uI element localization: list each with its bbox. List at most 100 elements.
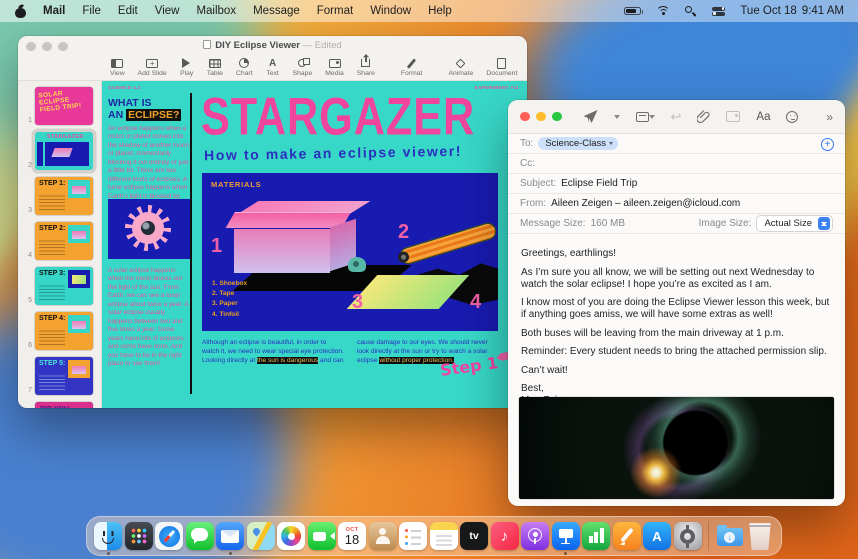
- body-paragraph: I know most of you are doing the Eclipse…: [521, 297, 830, 320]
- to-field[interactable]: To: Science-Class: [508, 134, 845, 154]
- dock-icon-reminders[interactable]: [399, 522, 427, 550]
- apple-menu-icon[interactable]: [14, 2, 26, 18]
- thumbnail-step1-slide[interactable]: STEP 1:: [35, 177, 93, 215]
- slide-thumbnail-1[interactable]: 1 SOLAR ECLIPSE FIELD TRIP!: [22, 87, 101, 125]
- battery-icon[interactable]: [624, 6, 644, 16]
- menu-help[interactable]: Help: [428, 5, 452, 17]
- slide-thumbnail-5[interactable]: 5 STEP 3:: [22, 267, 101, 305]
- dock-icon-tv[interactable]: tv: [460, 522, 488, 550]
- dock-icon-pages[interactable]: [612, 522, 641, 550]
- dock-icon-contacts[interactable]: [368, 522, 397, 550]
- thumbnail-stargazer-slide[interactable]: STARGAZER: [35, 132, 93, 170]
- slide-canvas[interactable]: SCIENCE 4.2 EXPERIMENT #11 WHAT IS AN EC…: [102, 81, 527, 408]
- menu-clock[interactable]: Tue Oct 18 9:41 AM: [740, 5, 844, 17]
- emoji-button[interactable]: [778, 106, 806, 128]
- slide-thumbnail-6[interactable]: 6 STEP 4:: [22, 312, 101, 350]
- paperclip-icon: [697, 109, 710, 123]
- toolbar-document-button[interactable]: Document: [486, 57, 517, 77]
- menu-window[interactable]: Window: [370, 5, 411, 17]
- save-draft-button[interactable]: [628, 106, 663, 128]
- dock-icon-finder[interactable]: [94, 522, 122, 555]
- dock-icon-calendar[interactable]: OCT 18: [338, 522, 366, 550]
- dock-icon-appstore[interactable]: A: [643, 522, 671, 550]
- toolbar-chart-button[interactable]: Chart: [236, 58, 253, 77]
- document-proxy-icon[interactable]: [203, 40, 212, 49]
- wifi-icon[interactable]: [656, 6, 671, 16]
- from-field[interactable]: From: Aileen Zeigen – aileen.zeigen@iclo…: [508, 194, 845, 214]
- dock-icon-safari[interactable]: [155, 522, 183, 550]
- toolbar-play-button[interactable]: Play: [180, 58, 194, 77]
- toolbar-animate-button[interactable]: Animate: [448, 58, 473, 77]
- insert-photo-button[interactable]: [718, 106, 748, 128]
- slide-thumbnail-2-selected[interactable]: 2 STARGAZER: [22, 132, 101, 170]
- format-button[interactable]: Aa: [748, 106, 778, 128]
- zoom-button[interactable]: [552, 111, 562, 122]
- to-label: To:: [520, 138, 534, 149]
- toolbar-add-slide-button[interactable]: + Add Slide: [138, 58, 167, 77]
- menu-edit[interactable]: Edit: [118, 5, 138, 17]
- dock-icon-maps[interactable]: [246, 522, 275, 550]
- toolbar-table-button[interactable]: Table: [207, 58, 223, 77]
- spotlight-search-icon[interactable]: [685, 5, 697, 17]
- mail-toolbar[interactable]: ↩ Aa »: [508, 100, 845, 134]
- image-size-label: Image Size:: [698, 218, 752, 229]
- view-icon: [111, 58, 124, 68]
- toolbar-shape-button[interactable]: Shape: [293, 58, 312, 77]
- dock-icon-launchpad[interactable]: [124, 522, 153, 550]
- send-icon: [583, 110, 598, 123]
- close-button[interactable]: [520, 111, 530, 122]
- slide-thumbnail-8[interactable]: DID YOU KNOW: [22, 402, 101, 408]
- dock-icon-keynote[interactable]: [551, 522, 580, 555]
- thumbnail-title-slide[interactable]: SOLAR ECLIPSE FIELD TRIP!: [35, 87, 93, 125]
- dock-icon-downloads[interactable]: [716, 522, 744, 550]
- toolbar-media-button[interactable]: Media: [325, 58, 344, 77]
- toolbar-format-button[interactable]: Format: [401, 57, 422, 77]
- chevron-down-icon: [613, 114, 620, 122]
- toolbar-text-button[interactable]: A Text: [266, 58, 280, 77]
- toolbar-share-button[interactable]: Share: [357, 53, 375, 77]
- slide-thumbnail-7[interactable]: 7 STEP 5:: [22, 357, 101, 395]
- subject-field[interactable]: Subject: Eclipse Field Trip: [508, 174, 845, 194]
- dock-icon-music[interactable]: ♪: [490, 522, 519, 550]
- send-button[interactable]: [576, 106, 606, 128]
- toolbar-overflow-chevron[interactable]: »: [820, 110, 833, 124]
- menu-mailbox[interactable]: Mailbox: [196, 5, 236, 17]
- keynote-title-bar[interactable]: DIY Eclipse Viewer — Edited: [18, 36, 527, 54]
- send-options-chevron[interactable]: [606, 106, 628, 128]
- thumbnail-did-you-know-slide[interactable]: DID YOU KNOW: [35, 402, 93, 408]
- attach-button[interactable]: [689, 106, 718, 128]
- dock-icon-mail[interactable]: [216, 522, 244, 555]
- recipient-token[interactable]: Science-Class: [538, 136, 619, 151]
- dock-icon-notes[interactable]: [429, 522, 458, 550]
- dock-icon-numbers[interactable]: [582, 522, 610, 550]
- dock-icon-facetime[interactable]: [307, 522, 336, 550]
- dock-icon-settings[interactable]: [673, 522, 702, 550]
- animate-icon: [455, 58, 466, 68]
- dock-icon-trash[interactable]: [746, 522, 774, 550]
- menu-message[interactable]: Message: [253, 5, 300, 17]
- thumbnail-step2-slide[interactable]: STEP 2:: [35, 222, 93, 260]
- dock-icon-podcasts[interactable]: [521, 522, 549, 550]
- reply-button[interactable]: ↩: [663, 106, 690, 128]
- slide-thumbnail-4[interactable]: 4 STEP 2:: [22, 222, 101, 260]
- thumbnail-step5-slide[interactable]: STEP 5:: [35, 357, 93, 395]
- eclipse-photo-attachment[interactable]: [519, 397, 834, 499]
- thumbnail-step3-slide[interactable]: STEP 3:: [35, 267, 93, 305]
- message-size-row: Message Size: 160 MB Image Size: Actual …: [508, 214, 845, 234]
- cc-field[interactable]: Cc:: [508, 154, 845, 174]
- slide-thumbnail-3[interactable]: 3 STEP 1:: [22, 177, 101, 215]
- control-center-icon[interactable]: [712, 6, 726, 16]
- running-indicator: [228, 552, 232, 555]
- menu-file[interactable]: File: [82, 5, 101, 17]
- minimize-button[interactable]: [536, 111, 546, 122]
- dock-icon-messages[interactable]: [185, 522, 214, 550]
- cc-label: Cc:: [520, 158, 535, 169]
- menu-app-name[interactable]: Mail: [43, 5, 65, 17]
- thumbnail-step4-slide[interactable]: STEP 4:: [35, 312, 93, 350]
- dock-icon-photos[interactable]: [277, 522, 305, 550]
- toolbar-view-button[interactable]: View: [110, 58, 125, 77]
- menu-format[interactable]: Format: [317, 5, 353, 17]
- image-size-dropdown[interactable]: Actual Size: [756, 215, 833, 232]
- add-recipient-button[interactable]: [821, 137, 834, 151]
- menu-view[interactable]: View: [155, 5, 180, 17]
